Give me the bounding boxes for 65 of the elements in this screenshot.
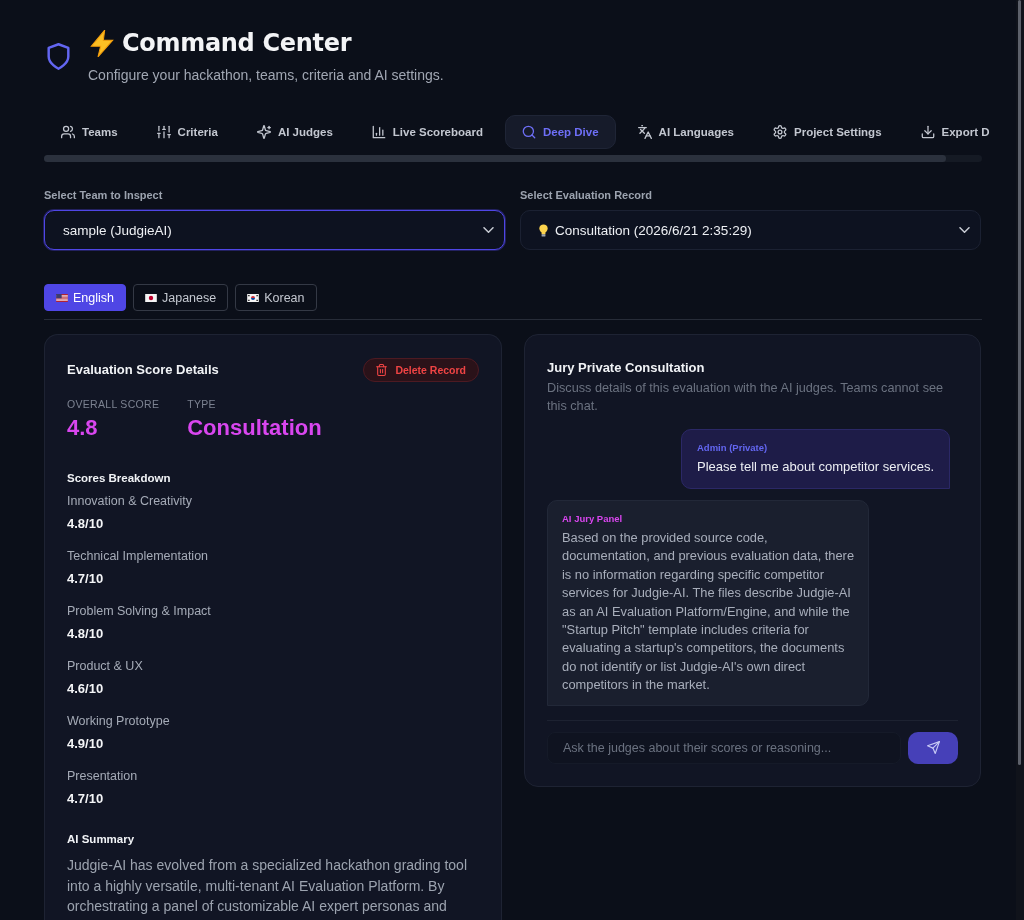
lightbulb-icon (539, 223, 548, 237)
field-label: Select Team to Inspect (44, 188, 163, 202)
nav-tab[interactable]: Criteria (139, 115, 235, 149)
sliders-icon (156, 125, 171, 139)
evaluation-type: Consultation (187, 414, 322, 442)
criterion-score: 4.7/10 (67, 790, 105, 808)
summary-text: Judgie-AI has evolved from a specialized hackathon grading tool into a highly versatile, multi-tenant AI Evaluation Platform. By orchestrating a panel of customizable AI expert personas and (67, 856, 469, 916)
settings-icon (773, 125, 787, 139)
section-heading: Scores Breakdown (67, 471, 172, 485)
criterion-name: Innovation & Creativity (67, 493, 194, 510)
search-icon (521, 125, 536, 139)
criterion-name: Presentation (67, 768, 139, 785)
nav-tab[interactable]: Live Scoreboard (354, 115, 500, 149)
korea-flag-icon (247, 293, 260, 302)
sparkles-icon (256, 125, 271, 139)
send-button[interactable] (908, 731, 958, 764)
bar-chart-icon (371, 125, 386, 139)
chat-input[interactable]: Ask the judges about their scores or reasoning... (547, 731, 901, 764)
sender-label: Admin (Private) (697, 442, 769, 454)
nav-tab[interactable]: Teams (44, 115, 135, 149)
nav-tab[interactable]: AI Languages (620, 115, 751, 149)
us-flag-icon (56, 293, 68, 302)
chevron-down-icon (959, 227, 970, 233)
lightning-icon (90, 29, 114, 57)
criterion-score: 4.9/10 (67, 735, 105, 753)
nav-tab[interactable]: Deep Dive (504, 115, 616, 149)
shield-icon (47, 42, 70, 70)
criterion-name: Working Prototype (67, 713, 171, 730)
japan-flag-icon (145, 293, 157, 302)
page-title: Command Center (122, 28, 352, 58)
panel-description: Discuss details of this evaluation with the AI judges. Teams cannot see this chat. (547, 380, 945, 415)
record-select[interactable]: Consultation (2026/6/21 2:35:29) (520, 210, 981, 250)
translate-icon (637, 125, 652, 139)
download-icon (920, 125, 935, 139)
language-button[interactable]: Korean (235, 284, 317, 311)
criterion-score: 4.8/10 (67, 515, 105, 533)
nav-tab[interactable]: Export D (903, 115, 1007, 149)
users-icon (61, 125, 75, 139)
page-subtitle: Configure your hackathon, teams, criteria and AI settings. (88, 66, 444, 84)
sender-label: AI Jury Panel (562, 513, 624, 525)
criterion-name: Problem Solving & Impact (67, 603, 212, 620)
field-label: Select Evaluation Record (520, 188, 653, 202)
nav-tab[interactable]: Project Settings (756, 115, 899, 149)
panel-title: Jury Private Consultation (547, 359, 706, 377)
page-scrollbar-thumb[interactable] (1018, 0, 1021, 765)
section-heading: AI Summary (67, 832, 136, 846)
team-select[interactable]: sample (JudgieAI) (44, 210, 505, 250)
criterion-score: 4.6/10 (67, 680, 105, 698)
stat-label: TYPE (187, 398, 217, 411)
message-text: Based on the provided source code, documentation, and previous evaluation data, there is no information regarding specific competitor services for Judgie-AI. The files describe Judgie-AI as an AI Evaluation Platform/Engine, and while the "Startup Pitch" template includes criteria for evaluating a startup's competitors, the documents do not identify or list Judgie-AI's own direct competitors in the market. (562, 529, 855, 695)
stat-label: OVERALL SCORE (67, 398, 160, 411)
criterion-name: Technical Implementation (67, 548, 210, 565)
criterion-score: 4.8/10 (67, 625, 105, 643)
criterion-score: 4.7/10 (67, 570, 105, 588)
delete-button[interactable]: Delete Record (363, 358, 479, 382)
criterion-name: Product & UX (67, 658, 144, 675)
message-text: Please tell me about competitor services. (697, 458, 934, 476)
language-button[interactable]: English (44, 284, 126, 311)
card-title: Evaluation Score Details (67, 361, 219, 379)
overall-score: 4.8 (67, 414, 99, 442)
chevron-down-icon (483, 227, 494, 233)
language-button[interactable]: Japanese (133, 284, 229, 311)
trash-icon (376, 364, 388, 376)
send-icon (926, 741, 940, 755)
nav-tab[interactable]: AI Judges (239, 115, 350, 149)
